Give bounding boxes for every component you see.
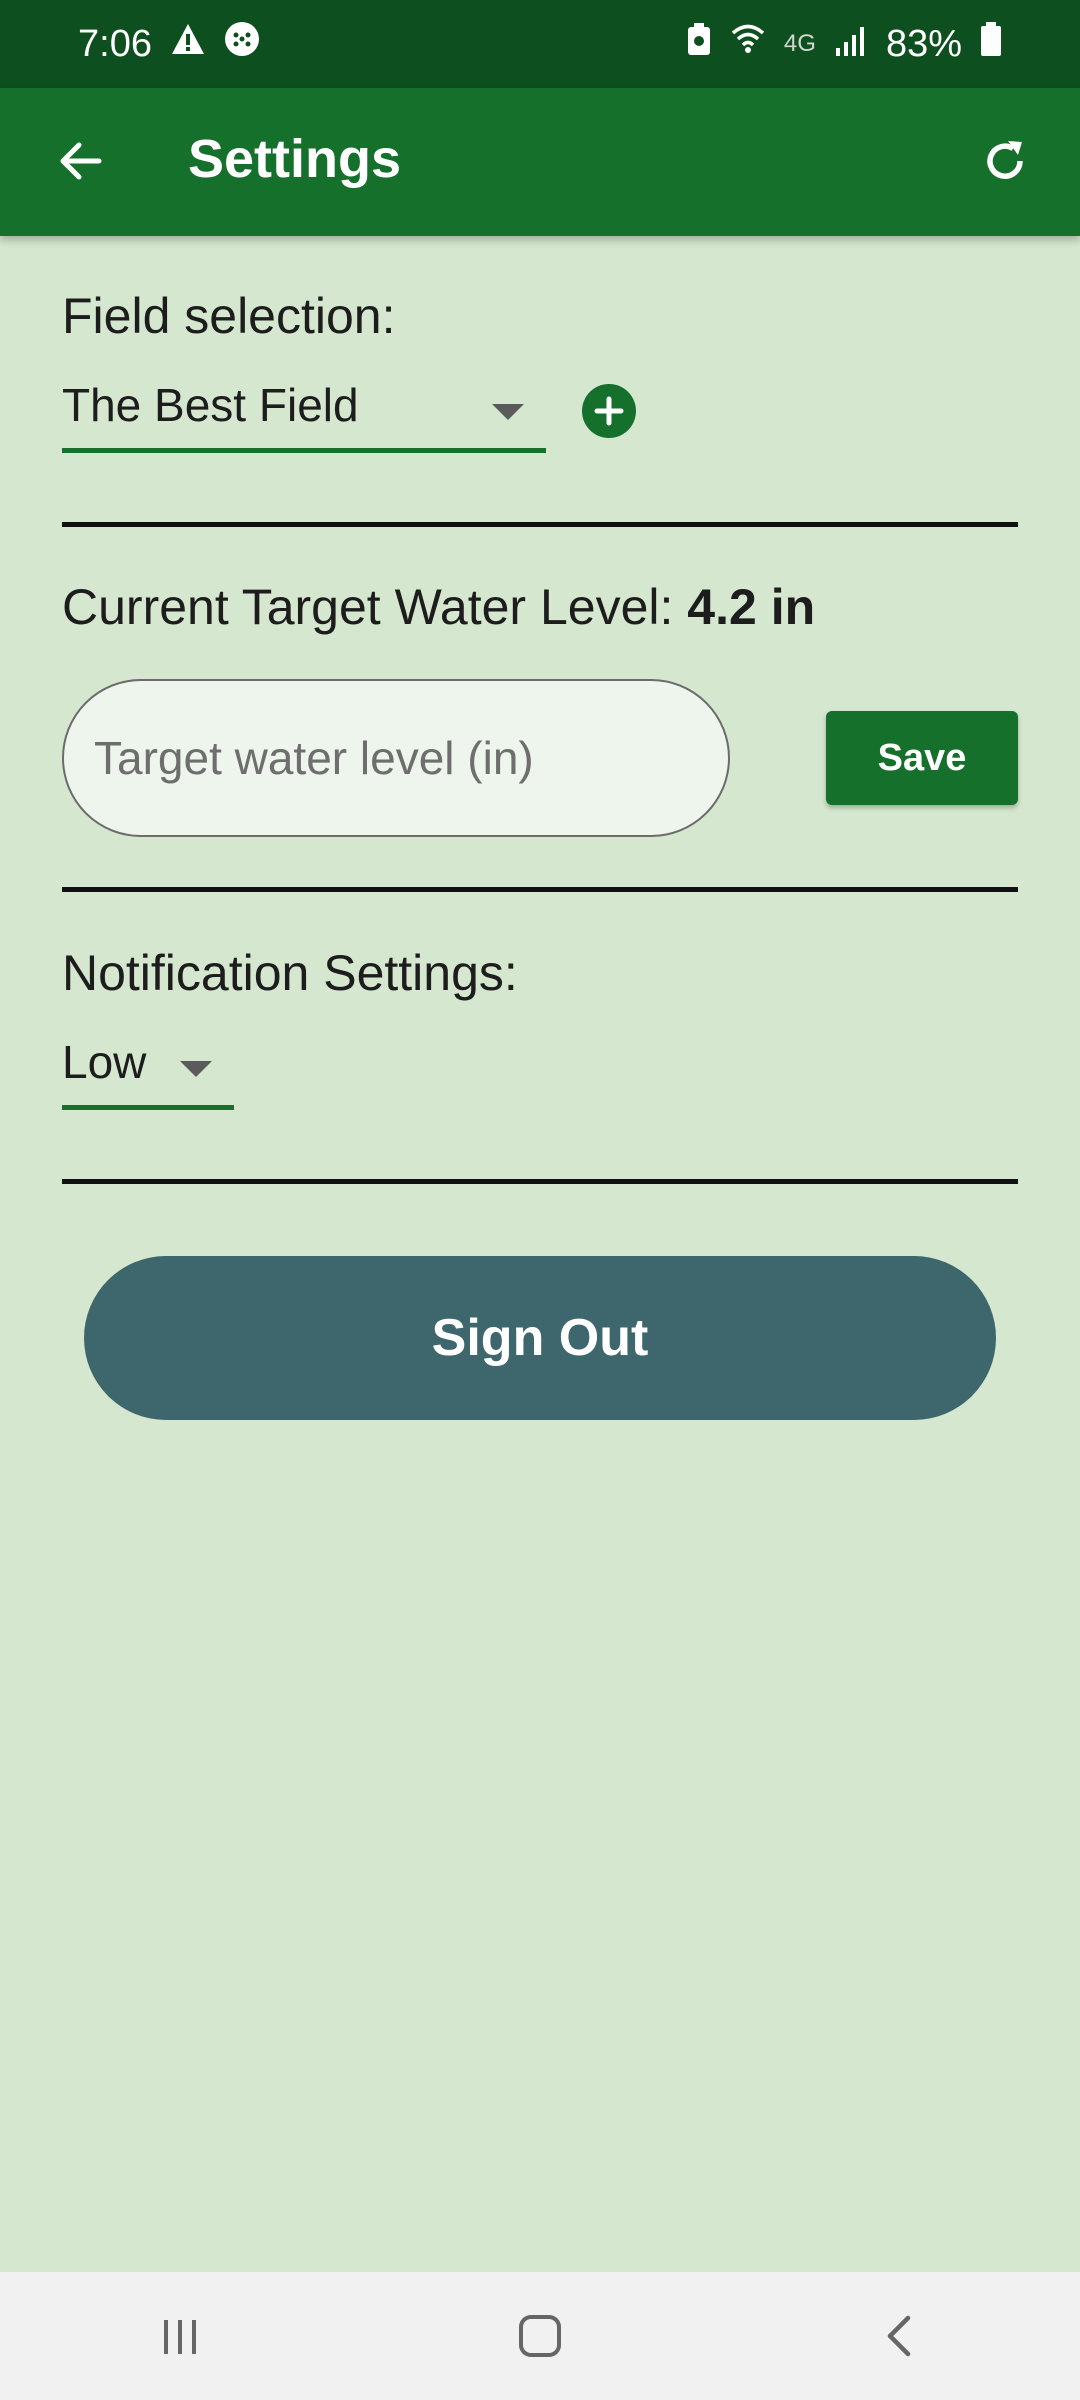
battery-saver-icon [686, 22, 712, 66]
target-water-label: Current Target Water Level: 4.2 in [62, 578, 815, 636]
home-button[interactable] [480, 2286, 600, 2386]
arrow-left-icon [60, 142, 102, 180]
network-type: 4G [783, 30, 816, 57]
back-button[interactable] [46, 126, 116, 196]
field-dropdown-value: The Best Field [62, 379, 359, 431]
battery-icon [980, 21, 1002, 67]
sign-out-button[interactable]: Sign Out [84, 1256, 996, 1420]
home-icon [519, 2315, 561, 2357]
refresh-icon [987, 141, 1023, 179]
game-icon [224, 21, 260, 67]
notification-dropdown[interactable]: Low [62, 1035, 234, 1110]
chevron-down-icon [180, 1061, 212, 1077]
refresh-button[interactable] [970, 126, 1040, 196]
target-water-value: 4.2 in [687, 579, 816, 635]
field-dropdown[interactable]: The Best Field [62, 378, 546, 453]
divider [62, 1179, 1018, 1184]
status-time: 7:06 [78, 22, 152, 65]
wifi-icon [730, 21, 766, 67]
app-bar: Settings [0, 88, 1080, 236]
page-title: Settings [188, 129, 402, 189]
notification-dropdown-value: Low [62, 1036, 147, 1088]
chevron-down-icon [492, 404, 524, 420]
recents-icon [164, 2320, 196, 2354]
back-icon [887, 2315, 911, 2357]
status-right: 4G 83% [686, 21, 1002, 67]
warning-icon [170, 22, 206, 66]
status-left: 7:06 [78, 21, 260, 67]
field-selection-label: Field selection: [62, 288, 396, 344]
status-bar: 7:06 4G 83% [0, 0, 1080, 88]
recents-button[interactable] [120, 2286, 240, 2386]
notification-settings-label: Notification Settings: [62, 945, 518, 1001]
plus-circle-icon [594, 396, 624, 426]
divider [62, 522, 1018, 527]
target-water-label-text: Current Target Water Level: [62, 579, 674, 635]
add-field-button[interactable] [582, 384, 636, 438]
system-nav-bar [0, 2272, 1080, 2400]
save-button[interactable]: Save [826, 711, 1018, 805]
nav-back-button[interactable] [840, 2286, 960, 2386]
divider [62, 887, 1018, 892]
signal-icon [834, 23, 868, 66]
battery-percent: 83% [885, 22, 962, 65]
target-water-input[interactable] [62, 679, 730, 837]
